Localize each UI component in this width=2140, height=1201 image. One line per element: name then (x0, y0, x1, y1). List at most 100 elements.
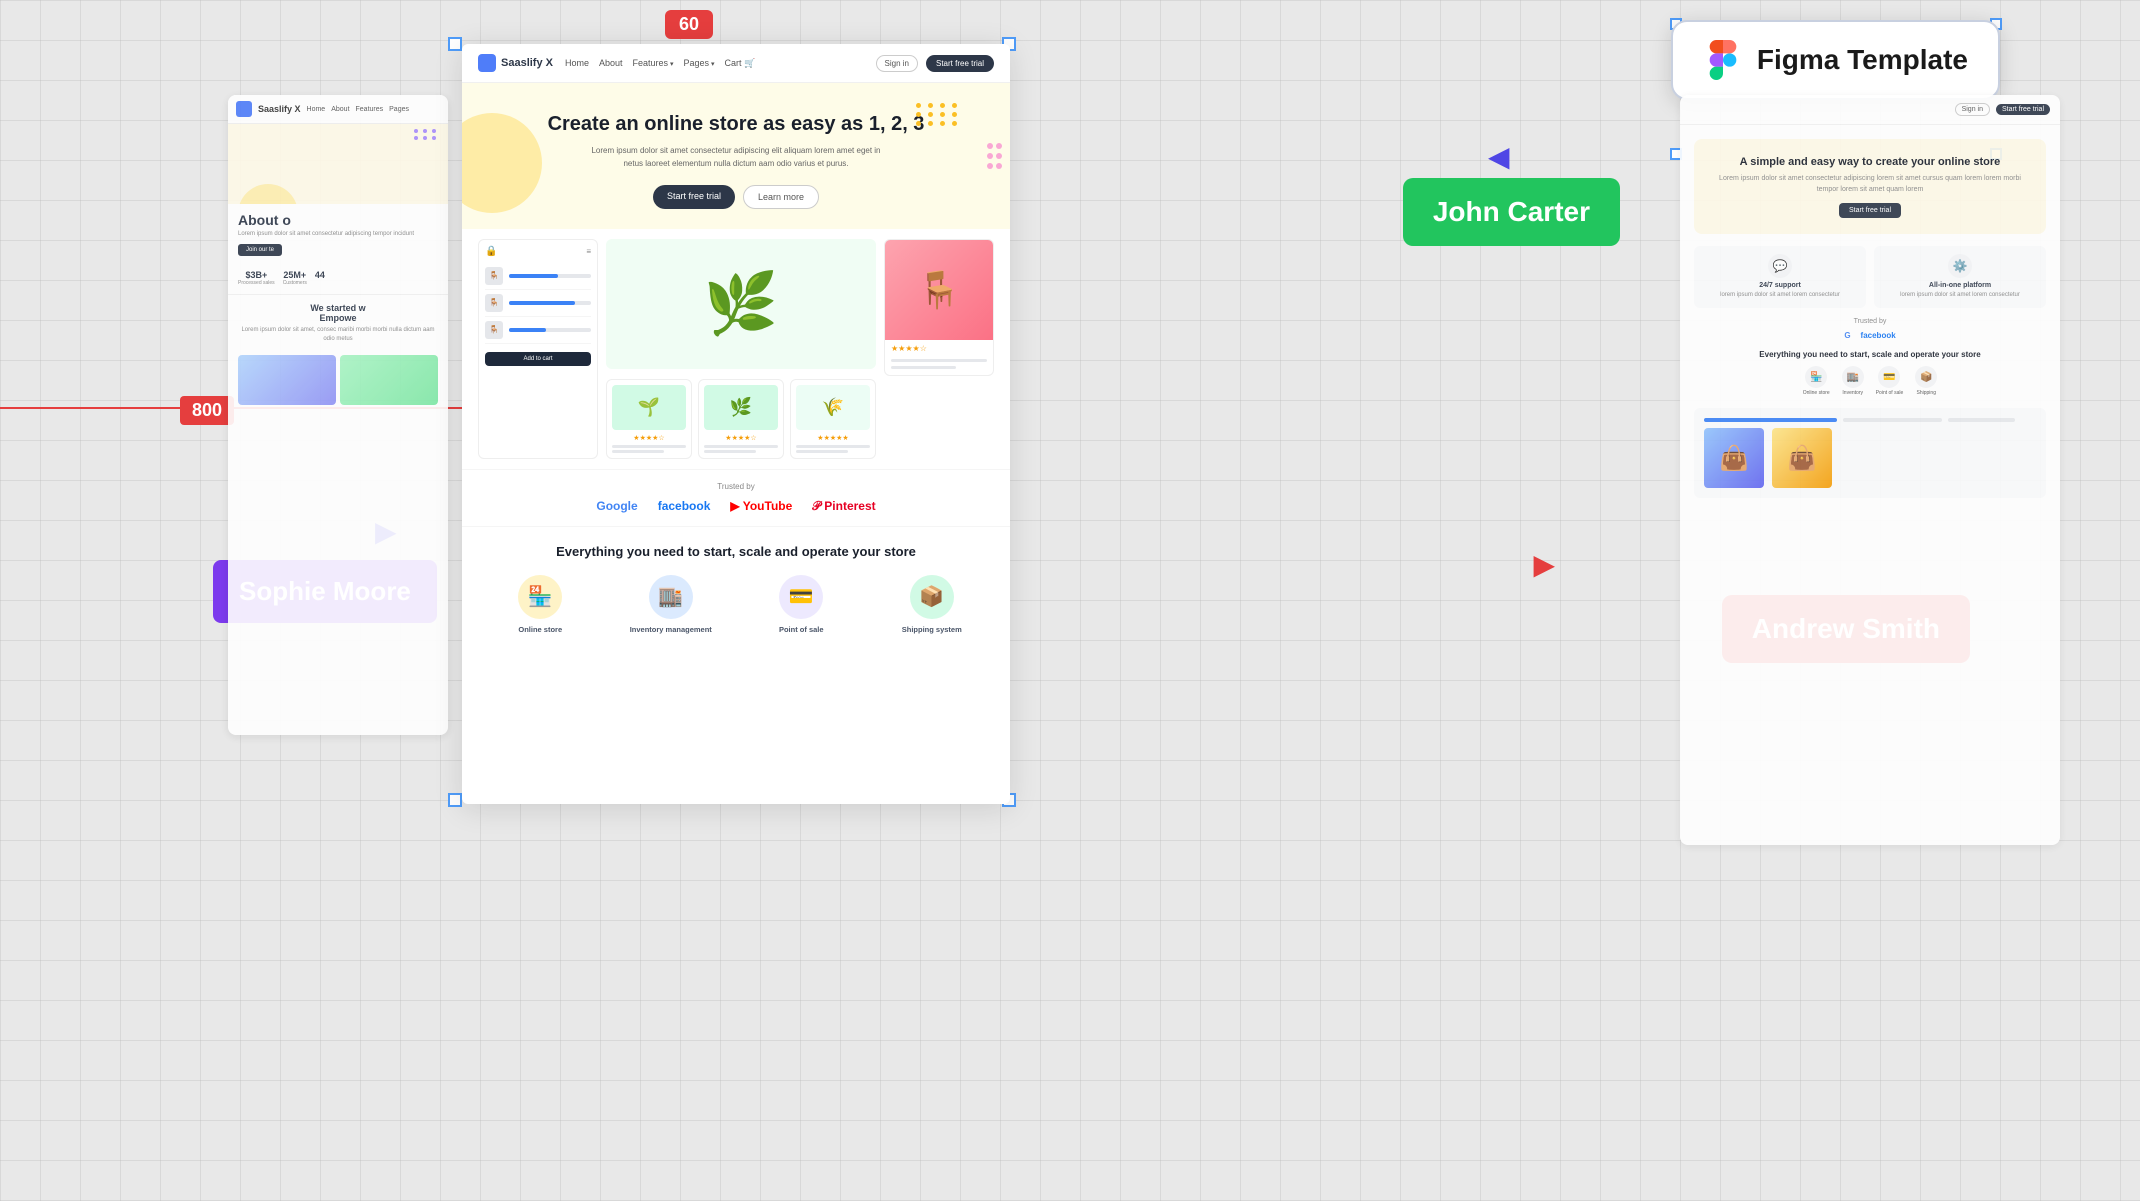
rp-icon-store-label: Online store (1803, 390, 1830, 396)
site-product-showcase: 🔒 ≡ 🪑 🪑 🪑 Add to cart (462, 229, 1010, 469)
rp-icon-pos: 💳 Point of sale (1876, 366, 1904, 396)
left-site-preview: Saaslify X Home About Features Pages Abo… (228, 95, 448, 735)
badge-800: 800 (180, 396, 234, 425)
rp-trial[interactable]: Start free trial (1996, 104, 2050, 115)
feature-shipping: 📦 Shipping system (874, 575, 991, 635)
left-preview-body-text: Lorem ipsum dolor sit amet consectetur a… (228, 230, 448, 238)
rp-icon-ship: 📦 Shipping (1915, 366, 1937, 396)
site-trial-btn[interactable]: Start free trial (926, 55, 994, 72)
product-thumbnail-1: 🪑 (485, 267, 503, 285)
rp-icon-pos-label: Point of sale (1876, 390, 1904, 396)
rp-logos: G facebook (1694, 331, 2046, 340)
hero-trial-btn[interactable]: Start free trial (653, 185, 735, 209)
showcase-center-area: 🌿 🌱 ★★★★☆ 🌿 ★★★★☆ (606, 239, 876, 459)
rp-icon-ship-label: Shipping (1915, 390, 1937, 396)
product-thumbnail-3: 🪑 (485, 321, 503, 339)
product-thumbnail-2: 🪑 (485, 294, 503, 312)
rp-signin[interactable]: Sign in (1955, 103, 1990, 116)
showcase-list-item-2: 🪑 (485, 290, 591, 317)
cursor-arrow-right: ▶ (1488, 140, 1510, 173)
shipping-icon: 📦 (910, 575, 954, 619)
left-preview-stats: $3B+ Processed sales 25M+ Customers 44 (228, 262, 448, 294)
left-preview-join-btn: Join our te (238, 244, 282, 256)
showcase-list-item-3: 🪑 (485, 317, 591, 344)
youtube-logo: ▶ YouTube (730, 499, 792, 513)
product-card-line-1 (612, 445, 686, 448)
pos-icon: 💳 (779, 575, 823, 619)
feature-online-store: 🏪 Online store (482, 575, 599, 635)
site-logo: Saaslify X (478, 54, 553, 72)
product-card-2: 🌿 ★★★★☆ (698, 379, 784, 459)
rp-bottom-ui: 👜 👜 (1694, 408, 2046, 498)
site-nav-links: Home About Features Pages Cart 🛒 (565, 58, 864, 69)
selection-corner-bl (448, 793, 462, 807)
site-nav-actions: Sign in Start free trial (876, 55, 994, 72)
pinterest-logo: 𝒫 Pinterest (812, 499, 875, 514)
rp-icon-store: 🏪 Online store (1803, 366, 1830, 396)
everything-title: Everything you need to start, scale and … (482, 543, 990, 561)
showcase-list-item-1: 🪑 (485, 263, 591, 290)
rp-icon-pos-circle: 💳 (1878, 366, 1900, 388)
site-logo-text: Saaslify X (501, 57, 553, 69)
site-navbar: Saaslify X Home About Features Pages Car… (462, 44, 1010, 83)
hero-pink-dots (987, 143, 1010, 169)
right-site-preview: Sign in Start free trial A simple and ea… (1680, 95, 2060, 845)
product-card-line-1b (612, 450, 664, 453)
showcase-list-header: 🔒 ≡ (485, 246, 591, 257)
rp-icons-row: 🏪 Online store 🏬 Inventory 💳 Point of sa… (1694, 366, 2046, 396)
figma-template-label: Figma Template (1757, 44, 1968, 76)
site-hero-subtitle: Lorem ipsum dolor sit amet consectetur a… (586, 145, 886, 171)
hero-learn-more-btn[interactable]: Learn more (743, 185, 819, 209)
product-card-img-2: 🌿 (704, 385, 778, 430)
rp-icon-inventory: 🏬 Inventory (1842, 366, 1864, 396)
inventory-label: Inventory management (613, 625, 730, 635)
badge-60: 60 (665, 10, 713, 39)
showcase-add-btn[interactable]: Add to cart (485, 352, 591, 366)
single-product-line2 (891, 366, 956, 369)
left-preview-stat-3: 44 (315, 270, 325, 286)
nav-link-features[interactable]: Features (633, 58, 674, 68)
showcase-main-image: 🌿 (606, 239, 876, 369)
site-signin-btn[interactable]: Sign in (876, 55, 918, 72)
rp-icon-inv-label: Inventory (1842, 390, 1864, 396)
list-lock-icon: 🔒 (485, 246, 497, 257)
rp-hero: A simple and easy way to create your onl… (1694, 139, 2046, 234)
user-badge-john-carter: John Carter (1403, 178, 1620, 246)
site-trusted-section: Trusted by Google facebook ▶ YouTube 𝒫 P… (462, 469, 1010, 526)
single-product-img: 🪑 (885, 240, 993, 340)
product-card-stars-1: ★★★★☆ (612, 434, 686, 442)
figma-template-badge: Figma Template (1671, 20, 2000, 100)
trusted-label: Trusted by (482, 482, 990, 491)
showcase-right-product: 🪑 ★★★★☆ (884, 239, 994, 459)
nav-link-about[interactable]: About (599, 58, 623, 68)
left-preview-stat-1: $3B+ Processed sales (238, 270, 275, 286)
left-preview-circle-yellow (238, 184, 298, 204)
nav-link-pages[interactable]: Pages (684, 58, 715, 68)
selection-corner-tl (448, 37, 462, 51)
product-card-line-2b (704, 450, 756, 453)
rp-icon-store-circle: 🏪 (1805, 366, 1827, 388)
rp-hero-btn[interactable]: Start free trial (1839, 203, 1901, 218)
feature-inventory: 🏬 Inventory management (613, 575, 730, 635)
figma-icon (1703, 40, 1743, 80)
online-store-icon: 🏪 (518, 575, 562, 619)
rp-hero-title: A simple and easy way to create your onl… (1710, 155, 2030, 170)
shipping-label: Shipping system (874, 625, 991, 635)
site-logo-icon (478, 54, 496, 72)
site-hero-buttons: Start free trial Learn more (482, 185, 990, 209)
single-product-stars: ★★★★☆ (885, 340, 993, 357)
nav-link-home[interactable]: Home (565, 58, 589, 68)
nav-link-cart[interactable]: Cart 🛒 (725, 58, 756, 69)
pos-label: Point of sale (743, 625, 860, 635)
showcase-inner: 🔒 ≡ 🪑 🪑 🪑 Add to cart (478, 239, 994, 459)
rp-platform-icon: ⚙️ (1948, 254, 1972, 278)
showcase-single-product: 🪑 ★★★★☆ (884, 239, 994, 376)
site-everything-section: Everything you need to start, scale and … (462, 526, 1010, 645)
rp-google: G (1844, 331, 1850, 340)
left-preview-brand: Saaslify X (258, 104, 301, 114)
left-preview-stat-2: 25M+ Customers (283, 270, 307, 286)
rp-support-title: 24/7 support (1702, 282, 1858, 289)
facebook-logo: facebook (658, 499, 711, 513)
rp-platform-text: lorem ipsum dolor sit amet lorem consect… (1882, 291, 2038, 299)
rp-support-icon: 💬 (1768, 254, 1792, 278)
